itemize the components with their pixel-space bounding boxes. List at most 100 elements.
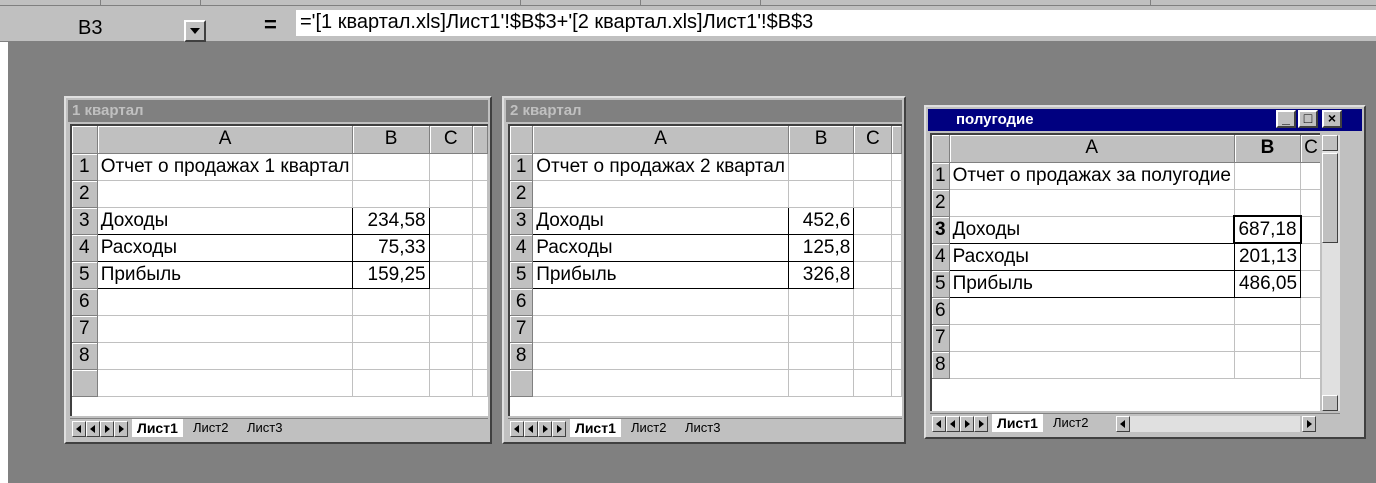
first-sheet-icon[interactable] xyxy=(510,421,524,437)
sheet-tab[interactable]: Лист3 xyxy=(242,419,287,437)
next-sheet-icon[interactable] xyxy=(100,421,114,437)
cell[interactable] xyxy=(1300,351,1320,379)
cell[interactable] xyxy=(429,315,473,343)
prev-sheet-icon[interactable] xyxy=(86,421,100,437)
column-header[interactable]: B xyxy=(352,126,430,154)
sheet-tab[interactable]: Лист1 xyxy=(132,419,183,437)
cell[interactable]: Расходы xyxy=(96,233,354,262)
row-header[interactable]: 6 xyxy=(510,288,534,316)
cell[interactable] xyxy=(429,207,473,235)
cell[interactable] xyxy=(1300,216,1320,244)
sheet-tab[interactable]: Лист2 xyxy=(188,419,233,437)
row-header[interactable]: 8 xyxy=(72,342,98,370)
cell[interactable]: 452,6 xyxy=(787,206,855,235)
sheet-tab[interactable]: Лист2 xyxy=(1048,414,1093,432)
cell[interactable] xyxy=(97,180,354,208)
cell[interactable] xyxy=(1234,162,1302,190)
cell[interactable] xyxy=(853,153,893,181)
cell[interactable]: 486,05 xyxy=(1233,269,1302,298)
column-header[interactable]: C xyxy=(853,126,893,154)
column-header[interactable]: A xyxy=(97,126,354,154)
cell[interactable] xyxy=(853,261,893,289)
row-header[interactable]: 1 xyxy=(72,153,98,181)
column-header[interactable]: B xyxy=(1234,135,1302,163)
row-header[interactable]: 7 xyxy=(72,315,98,343)
close-button[interactable]: × xyxy=(1322,110,1342,128)
window-title[interactable]: полугодие xyxy=(928,109,1362,131)
cell[interactable] xyxy=(891,288,902,316)
sheet-grid[interactable]: A B C 1 Отчет о продажах за полугодие 2 3… xyxy=(930,133,1320,411)
cell[interactable] xyxy=(429,261,473,289)
cell[interactable]: 234,58 xyxy=(352,206,430,235)
hscroll-right-icon[interactable] xyxy=(1302,416,1316,432)
cell[interactable] xyxy=(352,288,430,316)
row-header[interactable]: 2 xyxy=(510,180,534,208)
row-header[interactable]: 4 xyxy=(510,234,534,262)
cell[interactable] xyxy=(429,342,473,370)
cell[interactable]: Прибыль xyxy=(96,260,354,289)
cell[interactable]: Отчет о продажах за полугодие xyxy=(949,162,1235,190)
cell[interactable] xyxy=(853,288,893,316)
cell[interactable] xyxy=(788,288,855,316)
cell[interactable] xyxy=(1300,189,1320,217)
cell[interactable] xyxy=(788,342,855,370)
cell[interactable] xyxy=(1234,297,1302,325)
last-sheet-icon[interactable] xyxy=(552,421,566,437)
workbook-window-q2[interactable]: 2 квартал A B C 1 Отчет о продажах 2 квар… xyxy=(502,96,906,444)
horizontal-scrollbar[interactable] xyxy=(1130,416,1300,432)
cell[interactable] xyxy=(429,234,473,262)
scroll-down-icon[interactable] xyxy=(1322,395,1338,411)
cell[interactable] xyxy=(352,180,430,208)
cell[interactable] xyxy=(352,342,430,370)
cell[interactable] xyxy=(1300,270,1320,298)
cell[interactable] xyxy=(949,297,1235,325)
cell[interactable] xyxy=(853,234,893,262)
cell[interactable] xyxy=(1234,324,1302,352)
cell[interactable] xyxy=(472,342,488,370)
cell[interactable] xyxy=(429,180,473,208)
column-header[interactable]: A xyxy=(532,126,789,154)
workbook-window-q1[interactable]: 1 квартал A B C 1 Отчет о продажах 1 квар… xyxy=(64,96,492,444)
row-header[interactable]: 4 xyxy=(72,234,98,262)
row-header[interactable]: 5 xyxy=(932,270,950,298)
hscroll-left-icon[interactable] xyxy=(1116,416,1130,432)
cell[interactable] xyxy=(891,153,902,181)
cell[interactable] xyxy=(472,234,488,262)
cell[interactable]: Доходы xyxy=(96,206,354,235)
row-header[interactable]: 4 xyxy=(932,243,950,271)
column-header[interactable]: C xyxy=(429,126,473,154)
row-header[interactable] xyxy=(72,369,98,397)
row-header[interactable]: 7 xyxy=(510,315,534,343)
cell[interactable] xyxy=(1234,189,1302,217)
select-all-corner[interactable] xyxy=(72,126,98,154)
column-header[interactable] xyxy=(891,126,902,154)
row-header[interactable]: 3 xyxy=(72,207,98,235)
cell[interactable] xyxy=(429,153,473,181)
first-sheet-icon[interactable] xyxy=(72,421,86,437)
cell[interactable] xyxy=(788,315,855,343)
scroll-thumb[interactable] xyxy=(1322,153,1338,243)
cell[interactable] xyxy=(1234,351,1302,379)
selected-cell[interactable]: 687,18 xyxy=(1233,215,1302,244)
row-header[interactable]: 5 xyxy=(510,261,534,289)
row-header[interactable]: 7 xyxy=(932,324,950,352)
last-sheet-icon[interactable] xyxy=(974,416,988,432)
row-header[interactable]: 5 xyxy=(72,261,98,289)
row-header[interactable]: 2 xyxy=(72,180,98,208)
cell[interactable] xyxy=(891,180,902,208)
next-sheet-icon[interactable] xyxy=(538,421,552,437)
cell[interactable]: Расходы xyxy=(948,242,1235,271)
sheet-tab[interactable]: Лист2 xyxy=(626,419,671,437)
cell[interactable] xyxy=(472,288,488,316)
cell[interactable] xyxy=(949,351,1235,379)
prev-sheet-icon[interactable] xyxy=(524,421,538,437)
cell[interactable]: 75,33 xyxy=(352,233,430,262)
row-header[interactable]: 3 xyxy=(932,216,950,244)
cell[interactable] xyxy=(1300,162,1320,190)
cell[interactable] xyxy=(949,324,1235,352)
sheet-grid[interactable]: A B C 1 Отчет о продажах 1 квартал 2 3 Дох… xyxy=(70,124,488,416)
last-sheet-icon[interactable] xyxy=(114,421,128,437)
cell[interactable]: Прибыль xyxy=(532,260,789,289)
scroll-up-icon[interactable] xyxy=(1322,135,1338,151)
cell[interactable] xyxy=(532,180,789,208)
